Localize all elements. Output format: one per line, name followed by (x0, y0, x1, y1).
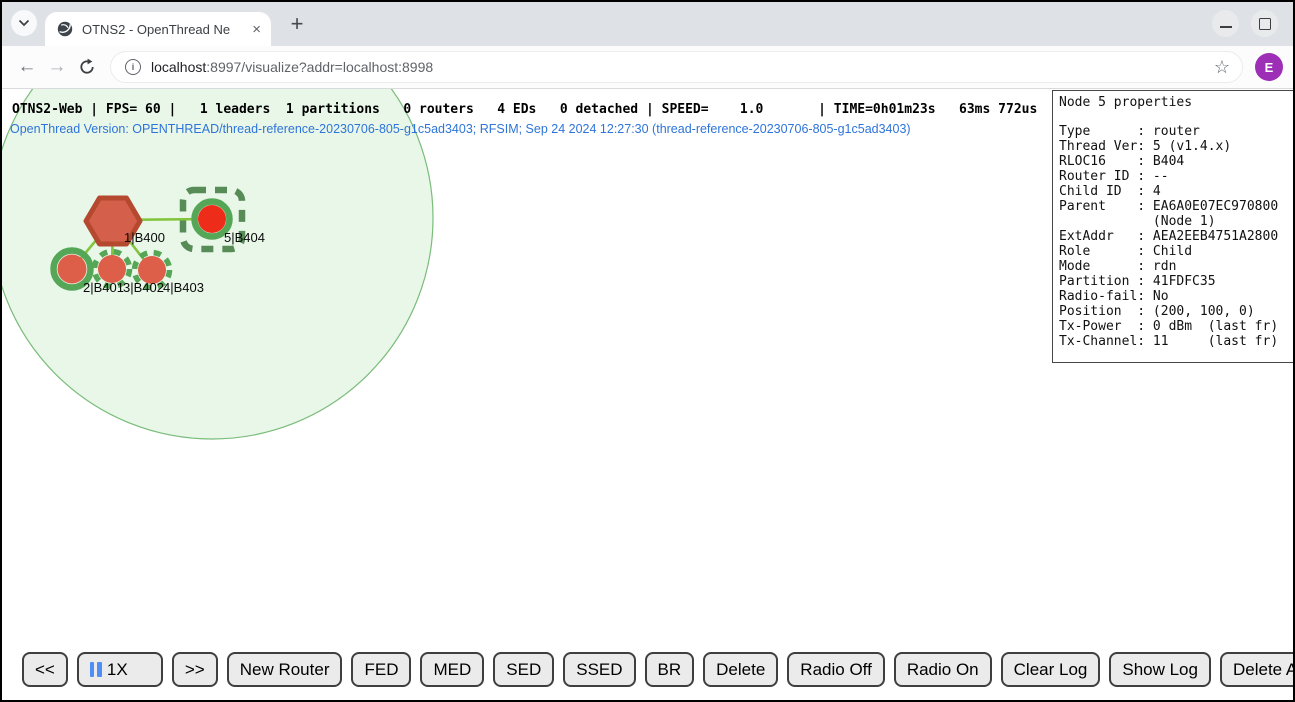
panel-title: Node 5 properties (1059, 95, 1295, 110)
url-text[interactable]: localhost:8997/visualize?addr=localhost:… (151, 59, 1206, 75)
clear-log-button[interactable]: Clear Log (1001, 652, 1101, 687)
url-path: :8997/visualize?addr=localhost:8998 (206, 59, 433, 75)
new-router-button[interactable]: New Router (227, 652, 343, 687)
minimize-icon (1220, 26, 1232, 28)
node-5-label: 5|B404 (224, 230, 265, 245)
node-5-body (198, 205, 226, 233)
radio-off-button[interactable]: Radio Off (787, 652, 885, 687)
navigation-toolbar: ← → i localhost:8997/visualize?addr=loca… (2, 46, 1293, 89)
med-button[interactable]: MED (420, 652, 484, 687)
panel-body: Type : router Thread Ver: 5 (v1.4.x) RLO… (1059, 124, 1295, 349)
tab-bar: OTNS2 - OpenThread Ne × + (2, 2, 1293, 46)
maximize-icon (1259, 18, 1271, 30)
network-canvas[interactable] (2, 89, 1052, 702)
tab-close-icon[interactable]: × (252, 22, 261, 37)
minimize-button[interactable] (1212, 10, 1239, 37)
forward-button[interactable]: → (42, 52, 72, 82)
show-log-button[interactable]: Show Log (1109, 652, 1211, 687)
sed-button[interactable]: SED (493, 652, 554, 687)
step-back-button[interactable]: << (22, 652, 68, 687)
profile-avatar[interactable]: E (1255, 53, 1283, 81)
tab-search-button[interactable] (11, 10, 37, 36)
node-4-label: 4|B403 (163, 280, 204, 295)
reload-button[interactable] (72, 52, 102, 82)
fed-button[interactable]: FED (351, 652, 411, 687)
page-content: OTNS2-Web | FPS= 60 | 1 leaders 1 partit… (2, 89, 1293, 700)
maximize-button[interactable] (1251, 10, 1278, 37)
bookmark-star-icon[interactable]: ☆ (1214, 57, 1230, 78)
node-2-label: 2|B401 (83, 280, 124, 295)
action-toolbar: << 1X >> New Router FED MED SED SSED BR … (22, 652, 1295, 687)
openthread-version-link[interactable]: OpenThread Version: OPENTHREAD/thread-re… (10, 122, 911, 136)
browser-tab[interactable]: OTNS2 - OpenThread Ne × (45, 12, 271, 46)
speed-button[interactable]: 1X (77, 652, 163, 687)
reload-icon (78, 58, 96, 76)
tab-title: OTNS2 - OpenThread Ne (82, 22, 246, 37)
node-properties-panel: Node 5 properties Type : router Thread V… (1052, 90, 1295, 363)
delete-all-button[interactable]: Delete All (1220, 652, 1295, 687)
br-button[interactable]: BR (645, 652, 695, 687)
node-3-label: 3|B402 (123, 280, 164, 295)
page-info-icon[interactable]: i (125, 59, 141, 75)
node-3-body (98, 255, 126, 283)
tab-favicon-globe-icon (57, 21, 73, 37)
step-forward-button[interactable]: >> (172, 652, 218, 687)
radio-on-button[interactable]: Radio On (894, 652, 992, 687)
url-host: localhost (151, 59, 206, 75)
speed-label: 1X (107, 660, 128, 680)
chevron-down-icon (18, 19, 30, 27)
ssed-button[interactable]: SSED (563, 652, 635, 687)
address-bar[interactable]: i localhost:8997/visualize?addr=localhos… (110, 51, 1243, 83)
simulation-status-bar: OTNS2-Web | FPS= 60 | 1 leaders 1 partit… (12, 102, 1037, 117)
back-button[interactable]: ← (12, 52, 42, 82)
new-tab-button[interactable]: + (284, 11, 310, 37)
node-1-label: 1|B400 (124, 230, 165, 245)
browser-window: OTNS2 - OpenThread Ne × + ← → i localhos… (0, 0, 1295, 702)
pause-icon (90, 662, 102, 677)
delete-button[interactable]: Delete (703, 652, 778, 687)
